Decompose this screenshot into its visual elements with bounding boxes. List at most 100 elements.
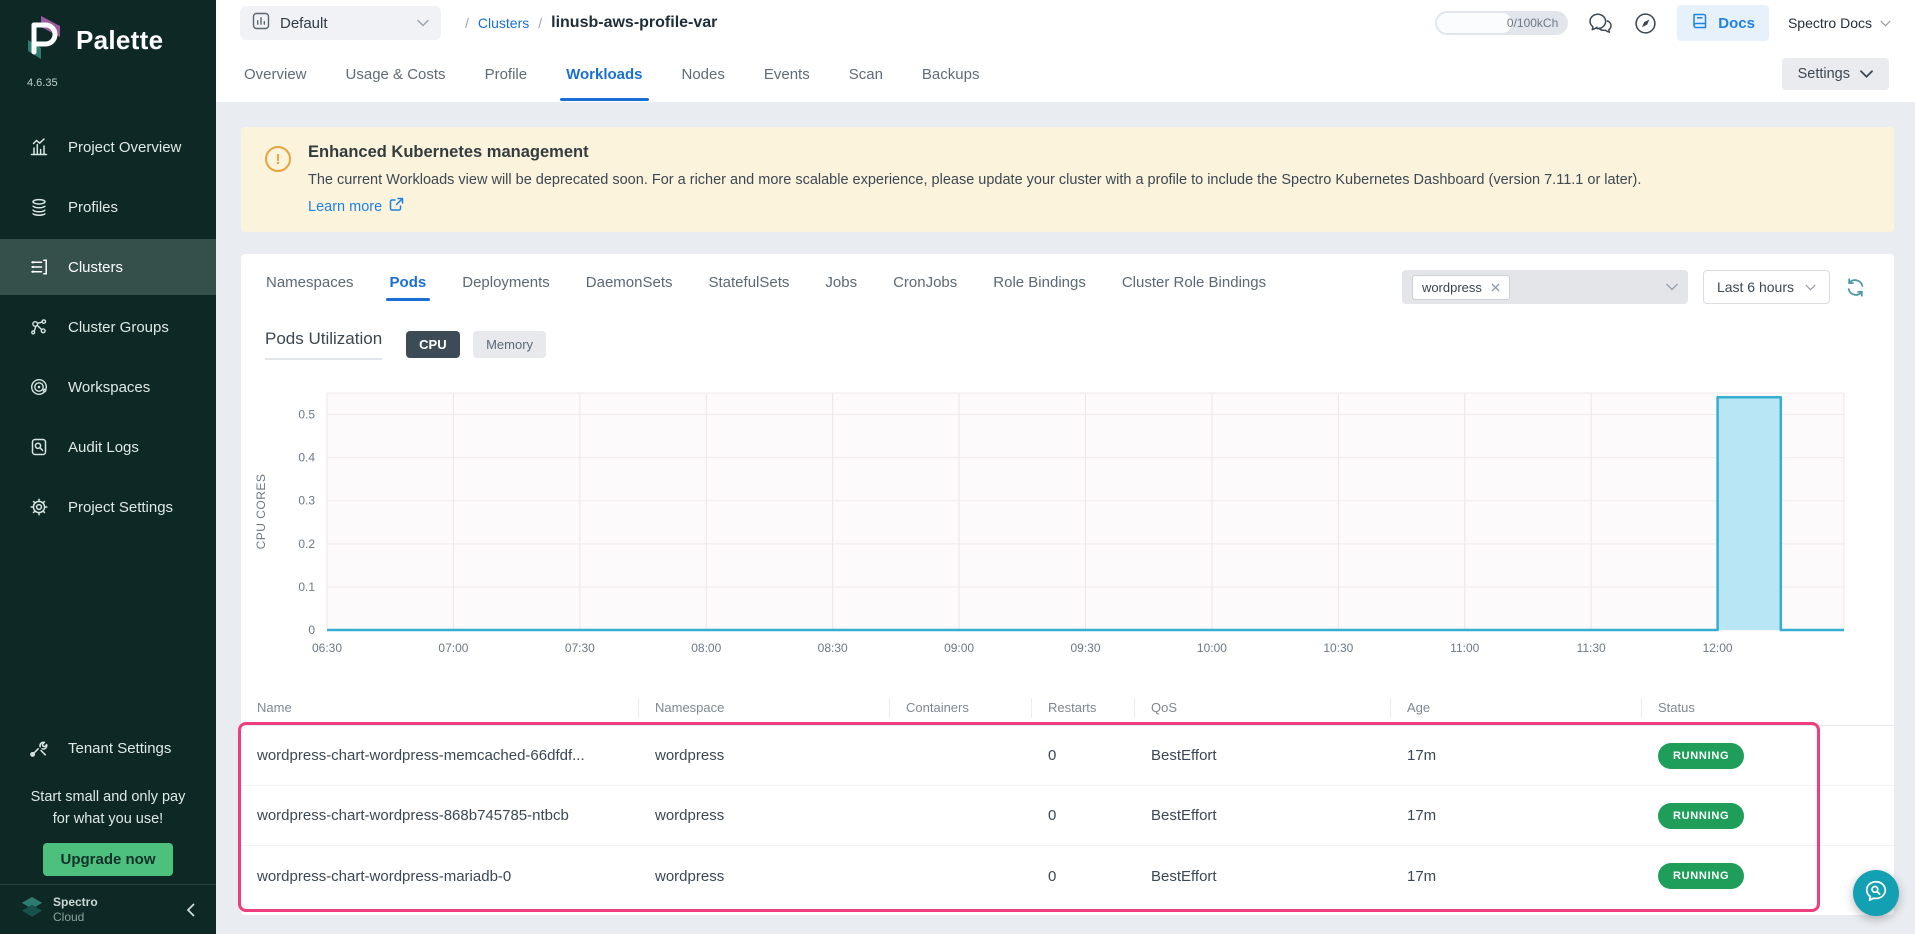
upgrade-now-button[interactable]: Upgrade now — [43, 843, 172, 876]
status-badge: RUNNING — [1658, 743, 1744, 769]
docs-button-label: Docs — [1718, 15, 1755, 32]
sidebar-item-profiles[interactable]: Profiles — [0, 179, 216, 235]
sidebar-item-cluster-groups[interactable]: Cluster Groups — [0, 299, 216, 355]
tab-scan[interactable]: Scan — [847, 48, 885, 101]
pod-namespace: wordpress — [639, 868, 890, 885]
pod-age: 17m — [1391, 807, 1642, 824]
workload-tab-statefulsets[interactable]: StatefulSets — [708, 270, 791, 305]
sidebar-item-project-settings[interactable]: Project Settings — [0, 479, 216, 535]
column-header-status[interactable]: Status — [1642, 698, 1894, 718]
workload-tab-cluster-role-bindings[interactable]: Cluster Role Bindings — [1121, 270, 1267, 305]
svg-text:06:30: 06:30 — [312, 641, 342, 655]
namespace-filter-select[interactable]: wordpress — [1402, 270, 1688, 304]
settings-button[interactable]: Settings — [1782, 58, 1889, 90]
workload-tab-daemonsets[interactable]: DaemonSets — [585, 270, 674, 305]
cpu-toggle-button[interactable]: CPU — [406, 331, 459, 358]
svg-text:CPU CORES: CPU CORES — [254, 474, 268, 550]
deprecation-banner: ! Enhanced Kubernetes management The cur… — [241, 127, 1894, 232]
workload-controls: wordpress Last 6 hours — [1402, 270, 1866, 304]
pod-restarts: 0 — [1032, 747, 1135, 764]
docs-button[interactable]: Docs — [1677, 5, 1769, 41]
promo-line2: for what you use! — [0, 808, 216, 830]
brand-name: Palette — [76, 25, 163, 56]
workloads-card: Namespaces Pods Deployments DaemonSets State… — [241, 254, 1894, 915]
tab-usage-costs[interactable]: Usage & Costs — [344, 48, 448, 101]
sidebar-item-workspaces[interactable]: Workspaces — [0, 359, 216, 415]
sidebar-item-tenant-settings[interactable]: Tenant Settings — [0, 720, 216, 776]
topbar: Default / Clusters / linusb-aws-profile-… — [216, 0, 1915, 46]
memory-toggle-button[interactable]: Memory — [473, 331, 546, 358]
refresh-icon[interactable] — [1845, 277, 1866, 298]
pod-restarts: 0 — [1032, 807, 1135, 824]
svg-text:0.4: 0.4 — [298, 451, 315, 465]
chat-icon[interactable] — [1587, 12, 1614, 35]
breadcrumb: / Clusters / linusb-aws-profile-var — [465, 14, 717, 32]
help-chat-launcher[interactable] — [1853, 870, 1899, 916]
svg-text:08:30: 08:30 — [818, 641, 848, 655]
tab-events[interactable]: Events — [762, 48, 812, 101]
table-row[interactable]: wordpress-chart-wordpress-868b745785-ntb… — [241, 786, 1894, 846]
svg-text:0.1: 0.1 — [298, 580, 315, 594]
svg-text:11:30: 11:30 — [1577, 641, 1606, 655]
cluster-groups-icon — [28, 317, 50, 337]
svg-text:07:00: 07:00 — [438, 641, 468, 655]
tab-profile[interactable]: Profile — [483, 48, 530, 101]
column-header-name[interactable]: Name — [241, 698, 639, 718]
pod-age: 17m — [1391, 868, 1642, 885]
breadcrumb-clusters-link[interactable]: Clusters — [478, 15, 529, 31]
workload-tab-cronjobs[interactable]: CronJobs — [892, 270, 958, 305]
tab-backups[interactable]: Backups — [920, 48, 982, 101]
svg-text:10:30: 10:30 — [1323, 641, 1353, 655]
sidebar-item-clusters[interactable]: Clusters — [0, 239, 216, 295]
sidebar-item-audit-logs[interactable]: Audit Logs — [0, 419, 216, 475]
svg-text:0.2: 0.2 — [298, 537, 315, 551]
workload-tab-pods[interactable]: Pods — [389, 270, 428, 305]
spectro-docs-dropdown[interactable]: Spectro Docs — [1788, 15, 1891, 31]
pods-table-header: NameNamespaceContainersRestartsQoSAgeSta… — [241, 690, 1894, 726]
svg-text:12:00: 12:00 — [1703, 641, 1733, 655]
column-header-namespace[interactable]: Namespace — [639, 698, 890, 718]
workload-tab-deployments[interactable]: Deployments — [461, 270, 551, 305]
pod-qos: BestEffort — [1135, 747, 1391, 764]
table-row[interactable]: wordpress-chart-wordpress-memcached-66df… — [241, 726, 1894, 786]
svg-text:0: 0 — [308, 623, 315, 637]
column-header-qos[interactable]: QoS — [1135, 698, 1391, 718]
settings-button-label: Settings — [1798, 66, 1850, 82]
svg-text:10:00: 10:00 — [1197, 641, 1227, 655]
learn-more-link[interactable]: Learn more — [308, 197, 404, 216]
breadcrumb-separator: / — [538, 15, 542, 31]
banner-title: Enhanced Kubernetes management — [308, 143, 1641, 162]
main-content: ! Enhanced Kubernetes management The cur… — [216, 102, 1915, 934]
brand: Palette — [0, 0, 216, 65]
pods-utilization-chart: 00.10.20.30.40.506:3007:0007:3008:0008:3… — [241, 366, 1894, 666]
tab-nodes[interactable]: Nodes — [680, 48, 727, 101]
column-header-containers[interactable]: Containers — [890, 698, 1032, 718]
sidebar-footer: Spectro Cloud — [0, 884, 216, 934]
profiles-icon — [28, 197, 50, 217]
explore-compass-icon[interactable] — [1633, 11, 1658, 36]
project-selector[interactable]: Default — [240, 6, 441, 40]
column-header-restarts[interactable]: Restarts — [1032, 698, 1135, 718]
workload-tab-role-bindings[interactable]: Role Bindings — [992, 270, 1087, 305]
upgrade-promo: Start small and only pay for what you us… — [0, 786, 216, 876]
status-badge: RUNNING — [1658, 863, 1744, 889]
sidebar-item-project-overview[interactable]: Project Overview — [0, 119, 216, 175]
time-range-select[interactable]: Last 6 hours — [1703, 270, 1830, 304]
workload-tab-namespaces[interactable]: Namespaces — [265, 270, 355, 305]
chevron-down-icon — [1666, 283, 1678, 291]
sidebar-collapse-chevron-icon[interactable] — [186, 903, 196, 917]
promo-line1: Start small and only pay — [0, 786, 216, 808]
pod-restarts: 0 — [1032, 868, 1135, 885]
tab-workloads[interactable]: Workloads — [564, 48, 644, 101]
tab-overview[interactable]: Overview — [242, 48, 309, 101]
workload-tab-jobs[interactable]: Jobs — [824, 270, 858, 305]
column-header-age[interactable]: Age — [1391, 698, 1642, 718]
chevron-down-icon — [417, 19, 429, 27]
breadcrumb-cluster-name: linusb-aws-profile-var — [551, 14, 717, 32]
topbar-right: 0/100kCh Docs Spectro Docs — [1435, 5, 1891, 41]
chip-close-icon[interactable] — [1491, 283, 1500, 292]
table-row[interactable]: wordpress-chart-wordpress-mariadb-0wordp… — [241, 846, 1894, 906]
pod-name: wordpress-chart-wordpress-memcached-66df… — [241, 747, 639, 764]
pods-table: NameNamespaceContainersRestartsQoSAgeSta… — [241, 690, 1894, 906]
banner-body: The current Workloads view will be depre… — [308, 172, 1641, 188]
